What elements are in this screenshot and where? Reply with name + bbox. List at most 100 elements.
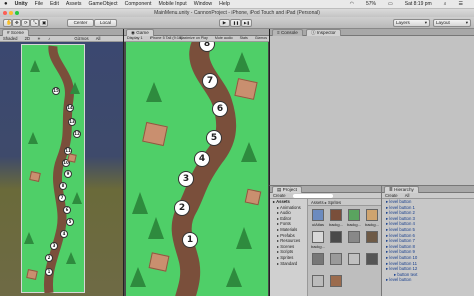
- hand-tool-icon[interactable]: ✋: [3, 19, 12, 27]
- project-asset[interactable]: [310, 275, 326, 296]
- breadcrumb-sprites[interactable]: Sprites: [328, 200, 341, 205]
- audio-toggle-icon[interactable]: ♪: [48, 36, 50, 41]
- hierarchy-item-label: level button 10: [389, 254, 418, 260]
- move-tool-icon[interactable]: ✥: [12, 19, 21, 27]
- project-asset[interactable]: [310, 253, 326, 274]
- project-asset[interactable]: backg...: [346, 209, 362, 230]
- project-asset[interactable]: [346, 253, 362, 274]
- close-window-icon[interactable]: [3, 11, 7, 15]
- menu-window[interactable]: Window: [194, 1, 212, 7]
- zoom-window-icon[interactable]: [15, 11, 19, 15]
- mute-audio-toggle[interactable]: Mute audio: [215, 36, 233, 40]
- project-asset[interactable]: backg...: [328, 209, 344, 230]
- scene-level-marker[interactable]: 9: [64, 170, 72, 178]
- layout-dropdown[interactable]: Layout ▾: [433, 19, 471, 27]
- project-asset[interactable]: [364, 253, 380, 274]
- project-asset[interactable]: backg...: [364, 209, 380, 230]
- gizmos-dropdown[interactable]: Gizmos: [74, 36, 88, 41]
- menu-file[interactable]: File: [35, 1, 43, 7]
- project-folder-item[interactable]: ▸ Standard: [270, 261, 307, 267]
- main-toolbar: ✋ ✥ ⟳ ⤡ ▣ Center Local ▶ ❚❚ ▶❚ Layers ▾ L…: [0, 17, 474, 29]
- tab-project[interactable]: ▤ Project: [272, 186, 302, 193]
- apple-menu-icon[interactable]: ●: [4, 1, 8, 7]
- tree: [28, 132, 38, 144]
- scene-level-marker[interactable]: 8: [59, 182, 67, 190]
- game-level-marker[interactable]: 4: [194, 151, 210, 167]
- project-asset[interactable]: backg...: [310, 231, 326, 252]
- search-icon[interactable]: ⌕: [444, 1, 447, 7]
- project-asset-grid: uiAtlas backg... backg... backg... backg...: [308, 206, 382, 296]
- game-viewport[interactable]: 87654321: [126, 42, 268, 296]
- folder-icon: ▤: [277, 187, 282, 192]
- game-level-marker[interactable]: 6: [212, 101, 228, 117]
- project-search-input[interactable]: [292, 193, 333, 198]
- project-asset[interactable]: [328, 275, 344, 296]
- scene-level-marker[interactable]: 4: [60, 230, 68, 238]
- menu-assets[interactable]: Assets: [66, 1, 82, 7]
- project-asset[interactable]: [364, 231, 380, 252]
- menu-unity[interactable]: Unity: [15, 1, 28, 7]
- menu-help[interactable]: Help: [219, 1, 230, 7]
- scene-level-marker[interactable]: 13: [68, 118, 76, 126]
- game-level-marker[interactable]: 2: [174, 200, 190, 216]
- play-button[interactable]: ▶: [219, 19, 230, 27]
- breadcrumb-assets[interactable]: Assets: [311, 200, 324, 205]
- scene-level-marker[interactable]: 12: [73, 130, 81, 138]
- project-asset[interactable]: [328, 253, 344, 274]
- hierarchy-item-label: level button 2: [389, 210, 415, 216]
- 2d-toggle[interactable]: 2D: [25, 36, 30, 41]
- game-level-marker[interactable]: 3: [178, 171, 194, 187]
- step-button[interactable]: ▶❚: [241, 19, 252, 27]
- game-level-marker[interactable]: 5: [206, 130, 222, 146]
- minimize-window-icon[interactable]: [9, 11, 13, 15]
- wifi-icon[interactable]: ◠: [350, 1, 354, 7]
- project-asset[interactable]: [328, 231, 344, 252]
- stats-toggle[interactable]: Stats: [240, 36, 248, 40]
- project-asset[interactable]: [346, 231, 362, 252]
- scene-level-marker[interactable]: 2: [45, 254, 53, 262]
- tab-hierarchy[interactable]: ≣ Hierarchy: [384, 186, 419, 193]
- scene-viewport[interactable]: 15 14 13 12 11 10 9 8 7 6 5 4 3 2 1: [0, 42, 123, 296]
- clock[interactable]: Sat 8:19 pm: [405, 1, 432, 7]
- project-create-dropdown[interactable]: Create: [273, 193, 286, 198]
- menu-edit[interactable]: Edit: [50, 1, 59, 7]
- hierarchy-create-dropdown[interactable]: Create: [385, 193, 398, 198]
- inspector-panel: ≡ Console ⓘ Inspector: [269, 29, 474, 185]
- scene-level-marker[interactable]: 6: [63, 206, 71, 214]
- tab-inspector[interactable]: ⓘ Inspector: [306, 29, 341, 36]
- tab-console[interactable]: ≡ Console: [272, 29, 303, 36]
- hierarchy-item[interactable]: ▸ level button: [382, 277, 474, 283]
- pause-button[interactable]: ❚❚: [230, 19, 241, 27]
- pivot-local-button[interactable]: Local: [94, 19, 117, 27]
- game-level-marker[interactable]: 7: [202, 73, 218, 89]
- hierarchy-search-input[interactable]: All: [405, 193, 410, 198]
- pivot-center-button[interactable]: Center: [67, 19, 94, 27]
- battery-percent[interactable]: 57%: [366, 1, 376, 7]
- tree: [24, 232, 34, 244]
- scene-level-marker[interactable]: 3: [50, 242, 58, 250]
- scene-level-marker[interactable]: 1: [45, 268, 53, 276]
- scale-tool-icon[interactable]: ⤡: [30, 19, 39, 27]
- shaded-dropdown[interactable]: Shaded: [3, 36, 17, 41]
- rotate-tool-icon[interactable]: ⟳: [21, 19, 30, 27]
- tab-game[interactable]: ◉ Game: [126, 29, 154, 36]
- maximize-on-play-toggle[interactable]: Maximize on Play: [180, 36, 208, 40]
- project-asset[interactable]: uiAtlas: [310, 209, 326, 230]
- rect-tool-icon[interactable]: ▣: [39, 19, 48, 27]
- scene-level-marker[interactable]: 7: [58, 194, 66, 202]
- layers-label: Layers: [396, 20, 410, 25]
- scene-search-input[interactable]: All: [96, 36, 101, 41]
- scene-level-marker[interactable]: 15: [52, 87, 60, 95]
- scene-level-marker[interactable]: 5: [66, 218, 74, 226]
- game-level-marker[interactable]: 1: [182, 232, 198, 248]
- layers-dropdown[interactable]: Layers ▾: [393, 19, 430, 27]
- game-gizmos-dropdown[interactable]: Gizmos: [255, 36, 267, 40]
- scene-level-marker[interactable]: 14: [66, 104, 74, 112]
- menu-list-icon[interactable]: ☰: [459, 1, 463, 7]
- tab-scene[interactable]: # Scene: [2, 29, 29, 36]
- light-toggle-icon[interactable]: ☀: [37, 36, 41, 41]
- menu-component[interactable]: Component: [125, 1, 152, 7]
- rock: [148, 252, 170, 272]
- menu-gameobject[interactable]: GameObject: [88, 1, 117, 7]
- menu-mobile-input[interactable]: Mobile Input: [158, 1, 186, 7]
